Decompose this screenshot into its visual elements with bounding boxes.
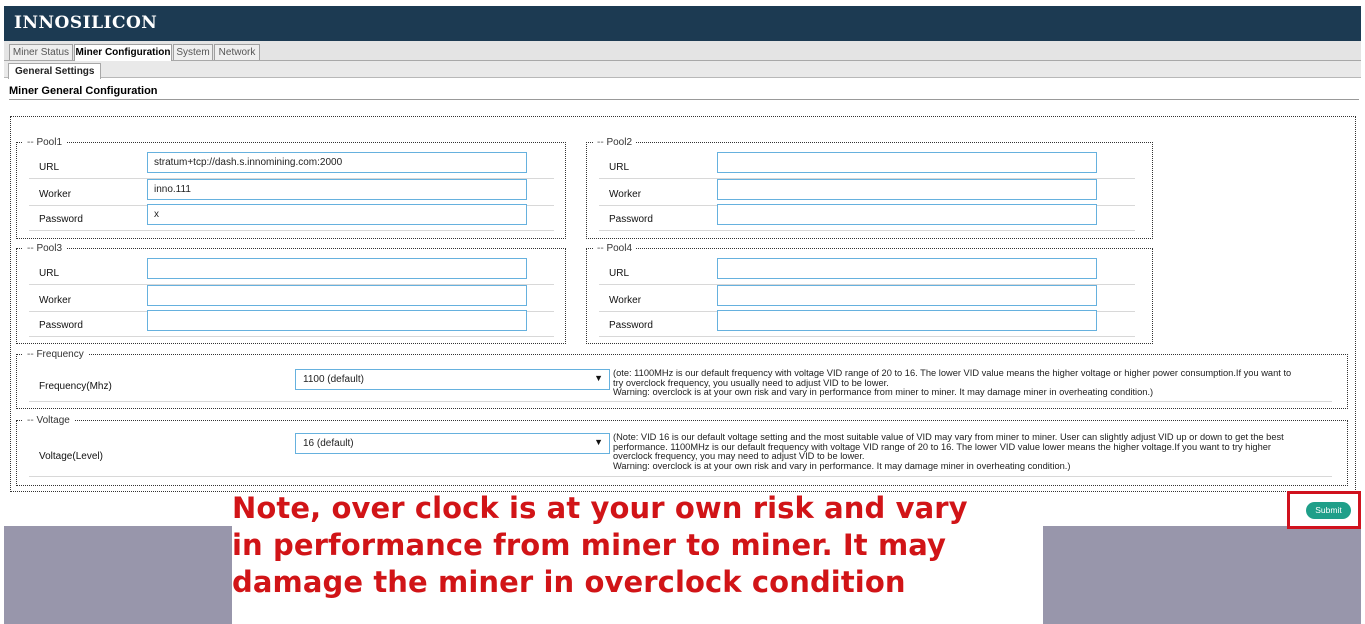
pool2-fieldset: Pool2 URL Worker Password: [586, 136, 1153, 239]
voltage-legend: Voltage: [23, 414, 74, 427]
pool2-worker-input[interactable]: [717, 179, 1097, 200]
pool4-fieldset: Pool4 URL Worker Password: [586, 242, 1153, 344]
pool1-url-input[interactable]: [147, 152, 527, 173]
pool4-url-row: URL: [599, 258, 1135, 285]
submit-button[interactable]: Submit: [1306, 502, 1351, 519]
pool2-legend: Pool2: [593, 136, 637, 149]
dropdown-arrow-icon: ▼: [594, 437, 603, 447]
tab-network[interactable]: Network: [214, 44, 260, 60]
pool1-password-row: Password: [29, 204, 554, 231]
pool4-password-input[interactable]: [717, 310, 1097, 331]
frequency-label: Frequency(Mhz): [39, 381, 112, 392]
tab-general-settings[interactable]: General Settings: [8, 63, 102, 79]
pool3-fieldset: Pool3 URL Worker Password: [16, 242, 566, 344]
pool4-worker-row: Worker: [599, 285, 1135, 312]
main-tab-bar: Miner Status Miner Configuration System …: [4, 41, 1361, 61]
pool3-worker-input[interactable]: [147, 285, 527, 306]
worker-label: Worker: [39, 189, 72, 200]
warning-line-3: damage the miner in overclock condition: [232, 565, 906, 599]
pool2-worker-row: Worker: [599, 179, 1135, 206]
pool3-password-row: Password: [29, 310, 554, 337]
password-label: Password: [39, 320, 83, 331]
url-label: URL: [39, 268, 60, 279]
dropdown-arrow-icon: ▼: [594, 373, 603, 383]
frequency-selected-value: 1100 (default): [303, 374, 364, 385]
pool2-password-input[interactable]: [717, 204, 1097, 225]
pool4-legend: Pool4: [593, 242, 637, 255]
url-label: URL: [609, 268, 630, 279]
pool1-worker-row: Worker: [29, 179, 554, 206]
pool2-url-input[interactable]: [717, 152, 1097, 173]
pool3-url-input[interactable]: [147, 258, 527, 279]
password-label: Password: [609, 214, 653, 225]
voltage-selected-value: 16 (default): [303, 438, 354, 449]
url-label: URL: [39, 162, 60, 173]
tab-miner-configuration[interactable]: Miner Configuration: [74, 44, 172, 61]
pool2-password-row: Password: [599, 204, 1135, 231]
sub-tab-bar: General Settings: [4, 61, 1361, 79]
tab-system[interactable]: System: [173, 44, 213, 60]
pool1-password-input[interactable]: [147, 204, 527, 225]
voltage-note: (Note: VID 16 is our default voltage set…: [613, 432, 1284, 471]
pool3-url-row: URL: [29, 258, 554, 285]
pool1-url-row: URL: [29, 152, 554, 179]
pool2-url-row: URL: [599, 152, 1135, 179]
tab-miner-status[interactable]: Miner Status: [9, 44, 73, 60]
frequency-select[interactable]: 1100 (default) ▼: [295, 369, 610, 390]
password-label: Password: [609, 320, 653, 331]
top-header-bar: INNOSILICON: [4, 6, 1361, 41]
pool4-worker-input[interactable]: [717, 285, 1097, 306]
worker-label: Worker: [609, 189, 642, 200]
note-line: Warning: overclock is at your own risk a…: [613, 387, 1154, 398]
pool1-worker-input[interactable]: [147, 179, 527, 200]
frequency-legend: Frequency: [23, 348, 88, 361]
pool4-url-input[interactable]: [717, 258, 1097, 279]
pool1-legend: Pool1: [23, 136, 67, 149]
warning-line-2: in performance from miner to miner. It m…: [232, 528, 947, 562]
worker-label: Worker: [39, 295, 72, 306]
pool3-worker-row: Worker: [29, 285, 554, 312]
url-label: URL: [609, 162, 630, 173]
pool3-password-input[interactable]: [147, 310, 527, 331]
innosilicon-logo: INNOSILICON: [14, 13, 158, 33]
voltage-select[interactable]: 16 (default) ▼: [295, 433, 610, 454]
voltage-label: Voltage(Level): [39, 451, 103, 462]
overclock-warning-banner: Note, over clock is at your own risk and…: [232, 490, 1052, 601]
pool1-fieldset: Pool1 URL Worker Password: [16, 136, 566, 239]
password-label: Password: [39, 214, 83, 225]
frequency-note: (ote: 1100MHz is our default frequency w…: [613, 368, 1291, 398]
worker-label: Worker: [609, 295, 642, 306]
warning-line-1: Note, over clock is at your own risk and…: [232, 491, 968, 525]
section-divider: [9, 99, 1359, 100]
pool4-password-row: Password: [599, 310, 1135, 337]
note-line: Warning: overclock is at your own risk a…: [613, 460, 1071, 471]
section-title: Miner General Configuration: [9, 85, 158, 97]
pool3-legend: Pool3: [23, 242, 67, 255]
